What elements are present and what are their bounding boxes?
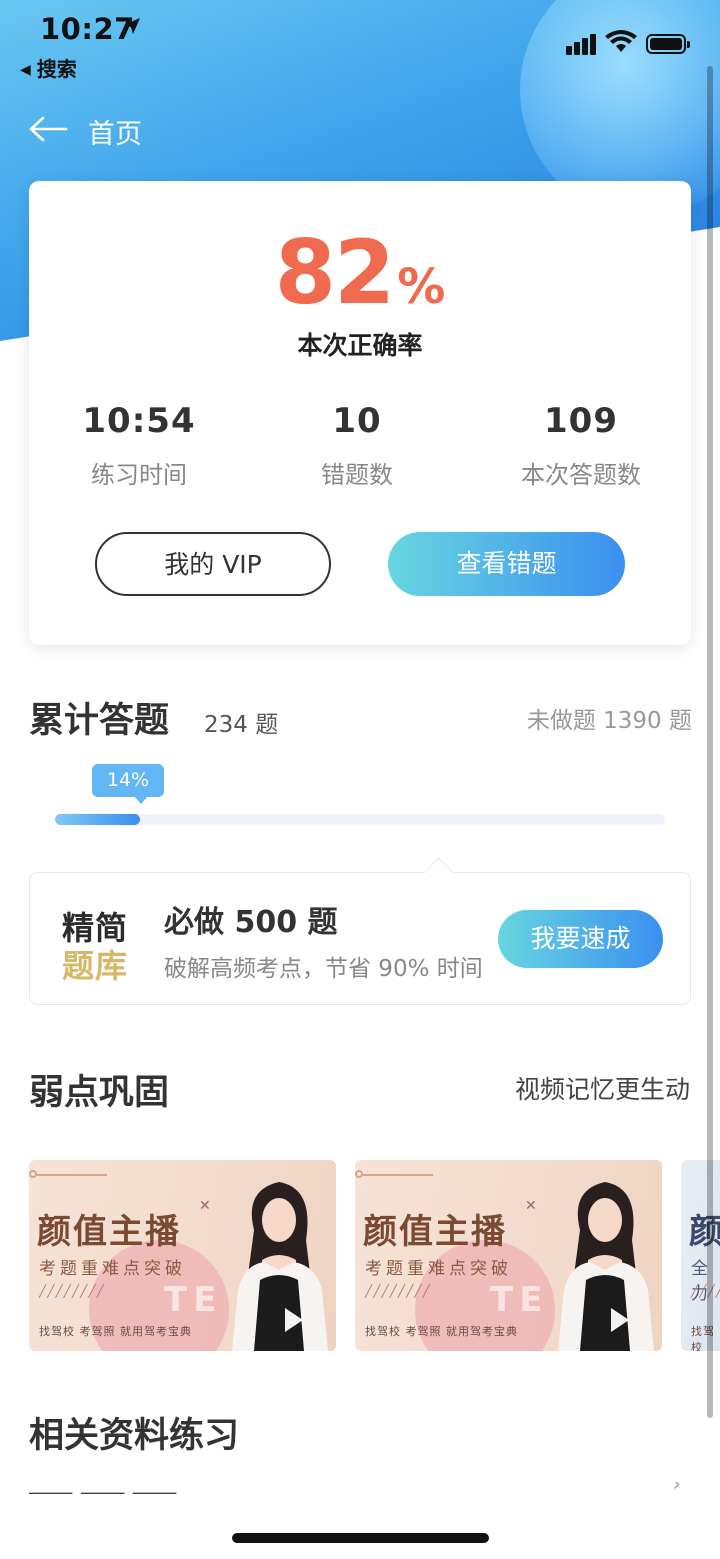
battery-icon <box>646 34 690 54</box>
cumulative-title: 累计答题 <box>29 701 170 741</box>
close-mark-decoration: ✕ <box>199 1198 211 1214</box>
hatch-decoration: ╱╱╱╱ <box>691 1284 720 1298</box>
video-subtitle: 考题重难点突破 <box>365 1259 512 1279</box>
cumulative-count: 234 题 <box>204 712 279 738</box>
video-thumbnail[interactable]: 颜 全力 ╱╱╱╱ 找驾校 <box>681 1160 720 1351</box>
cellular-signal-icon <box>566 33 598 55</box>
my-vip-button[interactable]: 我的 VIP <box>95 532 331 596</box>
stat-label: 本次答题数 <box>521 461 641 489</box>
video-title: 颜值主播 <box>37 1212 181 1252</box>
undone-count: 未做题 1390 题 <box>526 708 692 734</box>
stat-value: 109 <box>544 401 618 441</box>
hatch-decoration: ╱╱╱╱╱╱╱╱ <box>39 1284 105 1298</box>
video-footer: 找驾校 考驾照 就用驾考宝典 <box>365 1325 518 1338</box>
video-footer: 找驾校 <box>691 1325 715 1351</box>
back-app-label: 搜索 <box>36 57 77 81</box>
progress-fill <box>55 814 141 825</box>
chevron-right-icon: › <box>672 1482 681 1494</box>
stat-value: 10:54 <box>82 401 196 441</box>
video-thumbnail[interactable]: ✕ TE 颜值主播 考题重难点突破 ╱╱╱╱╱╱╱╱ 找驾校 考驾照 就用驾考宝… <box>355 1160 662 1351</box>
wifi-icon <box>605 30 637 52</box>
back-arrow-icon[interactable] <box>28 114 68 144</box>
video-subtitle: 考题重难点突破 <box>39 1259 186 1279</box>
nav-title-home[interactable]: 首页 <box>88 112 142 151</box>
accuracy-number: 82 <box>274 221 395 324</box>
accuracy-percent-symbol: % <box>397 259 446 315</box>
close-mark-decoration: ✕ <box>525 1198 537 1214</box>
presenter-image <box>232 1182 328 1351</box>
play-icon <box>611 1308 629 1332</box>
promo-card[interactable]: 精简 题库 必做 500 题 破解高频考点，节省 90% 时间 我要速成 <box>29 857 691 1005</box>
progress-track <box>55 814 665 825</box>
home-indicator[interactable] <box>232 1533 489 1543</box>
related-practice-title: 相关资料练习 <box>29 1416 240 1456</box>
promo-pointer <box>423 857 454 888</box>
video-title: 颜值主播 <box>363 1212 507 1252</box>
scrollbar[interactable] <box>707 66 713 1418</box>
result-card: 82% 本次正确率 10:54 练习时间 10 错题数 109 本次答题数 我的… <box>29 181 691 645</box>
accuracy-value: 82% <box>29 221 691 324</box>
stat-answered-count: 109 本次答题数 <box>471 401 691 490</box>
video-title: 颜 <box>689 1212 720 1252</box>
promo-subtitle: 破解高频考点，节省 90% 时间 <box>164 956 483 982</box>
stat-practice-time: 10:54 练习时间 <box>29 401 249 490</box>
view-wrong-answers-button[interactable]: 查看错题 <box>388 532 625 596</box>
status-time: 10:27 <box>40 12 135 46</box>
accuracy-label: 本次正确率 <box>297 331 423 360</box>
stat-wrong-count: 10 错题数 <box>247 401 467 490</box>
promo-logo-line2: 题库 <box>62 947 129 985</box>
video-thumbnail[interactable]: ✕ TE 颜值主播 考题重难点突破 ╱╱╱╱╱╱╱╱ 找驾校 考驾照 就用驾考宝… <box>29 1160 336 1351</box>
back-to-app-button[interactable]: ◀ 搜索 <box>20 53 77 82</box>
presenter-image <box>558 1182 654 1351</box>
weak-points-subtitle[interactable]: 视频记忆更生动 <box>515 1070 690 1106</box>
play-icon <box>285 1308 303 1332</box>
weak-points-title: 弱点巩固 <box>29 1073 170 1113</box>
stat-value: 10 <box>332 401 382 441</box>
stat-label: 错题数 <box>321 461 393 489</box>
progress-badge: 14% <box>92 764 164 804</box>
video-footer: 找驾校 考驾照 就用驾考宝典 <box>39 1325 192 1338</box>
quick-start-button[interactable]: 我要速成 <box>498 910 663 968</box>
stat-label: 练习时间 <box>91 461 187 489</box>
related-list-peek: ▁▁ ▁▁ ▁▁ › <box>29 1482 691 1494</box>
status-bar: 10:27 ◀ 搜索 <box>0 0 720 90</box>
hatch-decoration: ╱╱╱╱╱╱╱╱ <box>365 1284 431 1298</box>
promo-title: 必做 500 题 <box>164 905 338 940</box>
location-arrow-icon <box>124 18 140 34</box>
back-triangle-icon: ◀ <box>20 62 31 78</box>
